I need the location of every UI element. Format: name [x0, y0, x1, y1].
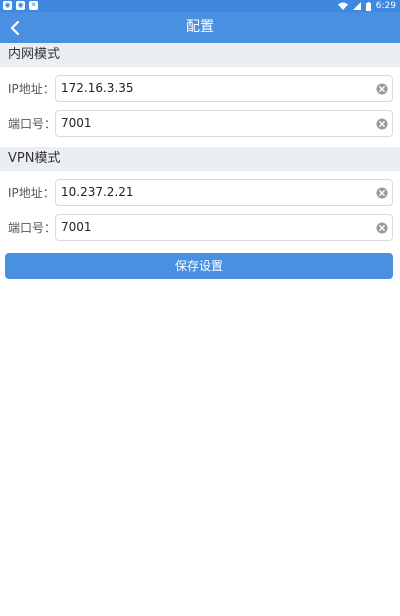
port-label: 端口号： — [8, 117, 57, 131]
intranet-port-input[interactable]: 7001 — [55, 110, 393, 137]
vpn-port-input[interactable]: 7001 — [55, 214, 393, 241]
clear-icon[interactable] — [376, 83, 388, 95]
battery-icon — [365, 1, 371, 11]
intranet-ip-input[interactable]: 172.16.3.35 — [55, 75, 393, 102]
close-notification-icon: ✕ — [29, 1, 38, 10]
status-right-icons: 6:29 — [337, 0, 396, 12]
chevron-left-icon — [10, 20, 20, 35]
status-left-icons: ◉ ◉ ✕ — [3, 1, 38, 10]
app-notification-icon: ◉ — [16, 1, 25, 10]
signal-icon — [352, 2, 361, 10]
app-notification-icon: ◉ — [3, 1, 12, 10]
ip-label: IP地址： — [8, 186, 55, 200]
clear-icon[interactable] — [376, 187, 388, 199]
intranet-ip-value: 172.16.3.35 — [61, 81, 134, 95]
status-time: 6:29 — [375, 1, 396, 11]
clear-icon[interactable] — [376, 222, 388, 234]
status-bar: ◉ ◉ ✕ 6:29 — [0, 0, 400, 12]
vpn-port-value: 7001 — [61, 220, 92, 234]
port-label: 端口号： — [8, 221, 57, 235]
vpn-ip-row: IP地址： 10.237.2.21 — [0, 178, 400, 208]
ip-label: IP地址： — [8, 82, 55, 96]
vpn-ip-input[interactable]: 10.237.2.21 — [55, 179, 393, 206]
back-button[interactable] — [0, 12, 30, 43]
save-settings-button[interactable]: 保存设置 — [5, 253, 393, 279]
app-bar: 配置 — [0, 12, 400, 43]
section-header-vpn: VPN模式 — [0, 147, 400, 171]
intranet-port-value: 7001 — [61, 116, 92, 130]
intranet-port-row: 端口号： 7001 — [0, 109, 400, 139]
page-title: 配置 — [186, 19, 214, 35]
section-header-intranet: 内网模式 — [0, 43, 400, 67]
vpn-ip-value: 10.237.2.21 — [61, 185, 134, 199]
intranet-ip-row: IP地址： 172.16.3.35 — [0, 74, 400, 104]
wifi-icon — [337, 2, 348, 10]
vpn-port-row: 端口号： 7001 — [0, 213, 400, 243]
clear-icon[interactable] — [376, 118, 388, 130]
